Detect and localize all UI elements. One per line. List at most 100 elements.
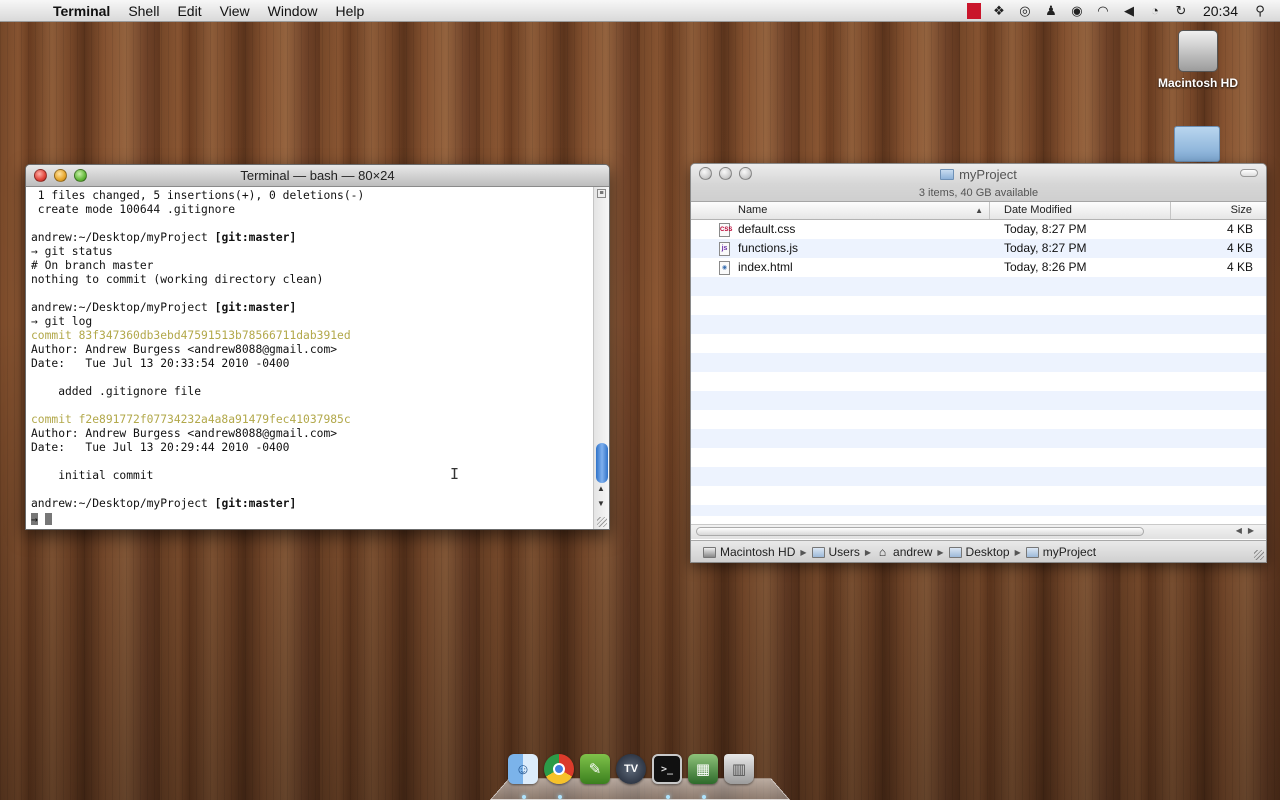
assistant-icon[interactable]: ◉ <box>1069 3 1085 19</box>
scroll-down-icon[interactable]: ▼ <box>597 499 605 508</box>
menu-app-name[interactable]: Terminal <box>44 0 119 22</box>
file-date: Today, 8:26 PM <box>1004 260 1087 274</box>
coda-icon[interactable]: ✎ <box>580 754 610 784</box>
folder-icon <box>1025 546 1039 558</box>
chevron-right-icon: ▶ <box>937 547 944 557</box>
running-indicator <box>702 795 706 799</box>
menu-shell[interactable]: Shell <box>119 0 168 22</box>
column-name-header[interactable]: Name ▲ <box>691 202 990 219</box>
refresh-icon[interactable]: ↻ <box>1173 3 1189 19</box>
column-header: Name ▲ Date Modified Size <box>691 202 1266 220</box>
file-date: Today, 8:27 PM <box>1004 241 1087 255</box>
chevron-right-icon: ▶ <box>800 547 807 557</box>
terminal-line: nothing to commit (working directory cle… <box>31 273 324 286</box>
terminal-line: added .gitignore file <box>31 385 202 398</box>
scrollbar-thumb[interactable] <box>596 443 608 483</box>
file-row[interactable]: CSS default.css Today, 8:27 PM 4 KB <box>691 220 1266 239</box>
chevron-right-icon: ▶ <box>864 547 872 557</box>
desktop-macintosh-hd[interactable]: Macintosh HD <box>1150 30 1246 90</box>
column-size-header[interactable]: Size <box>1171 202 1266 219</box>
terminal-line: → git log <box>31 315 93 328</box>
activity-icon[interactable]: ▦ <box>688 754 718 784</box>
flag-status-icon[interactable] <box>966 2 981 19</box>
path-item-myproject[interactable]: myProject <box>1025 545 1096 559</box>
zoom-button[interactable] <box>739 167 752 180</box>
empty-row <box>691 277 1266 296</box>
dropbox-icon[interactable]: ❖ <box>991 3 1007 19</box>
close-button[interactable] <box>699 167 712 180</box>
column-date-header[interactable]: Date Modified <box>990 202 1171 219</box>
menu-clock[interactable]: 20:34 <box>1199 3 1242 19</box>
chevron-right-icon: ▶ <box>1014 547 1021 557</box>
terminal-output[interactable]: 1 files changed, 5 insertions(+), 0 dele… <box>26 187 593 529</box>
terminal-title: Terminal — bash — 80×24 <box>240 168 395 183</box>
wifi-icon[interactable]: ◠ <box>1095 3 1111 19</box>
home-icon: ⌂ <box>878 544 887 559</box>
finder-window[interactable]: myProject 3 items, 40 GB available Name … <box>690 163 1267 563</box>
finder-icon[interactable]: ☺ <box>508 754 538 784</box>
finder-titlebar[interactable]: myProject <box>691 164 1266 184</box>
menu-view[interactable]: View <box>211 0 259 22</box>
terminal-line: commit 83f347360db3ebd47591513b78566711d… <box>31 329 351 342</box>
close-button[interactable] <box>34 169 47 182</box>
hard-drive-icon <box>703 546 716 558</box>
scroll-up-icon[interactable]: ▲ <box>597 484 605 493</box>
volume-icon[interactable]: ◀ <box>1121 3 1137 19</box>
file-row[interactable]: js functions.js Today, 8:27 PM 4 KB <box>691 239 1266 258</box>
git-branch-label: [git:master] <box>214 231 297 244</box>
horizontal-scrollbar[interactable]: ◀▶ <box>691 524 1266 539</box>
running-indicator <box>522 795 526 799</box>
trash-icon[interactable]: ▥ <box>724 754 754 784</box>
terminal-window[interactable]: Terminal — bash — 80×24 1 files changed,… <box>25 164 610 530</box>
path-item-users[interactable]: Users <box>811 545 860 559</box>
file-size: 4 KB <box>1226 260 1253 274</box>
terminal-titlebar[interactable]: Terminal — bash — 80×24 <box>26 165 609 187</box>
scroll-arrows-icon[interactable]: ◀▶ <box>1236 526 1260 535</box>
menu-window[interactable]: Window <box>259 0 327 22</box>
path-item-macintosh-hd[interactable]: Macintosh HD <box>703 545 795 559</box>
ibeam-cursor-icon: I <box>450 465 460 483</box>
chrome-icon[interactable] <box>544 754 574 784</box>
toolbar-toggle-button[interactable] <box>1240 169 1258 177</box>
resize-handle[interactable] <box>1254 550 1264 560</box>
horizontal-scrollbar-thumb[interactable] <box>696 527 1144 536</box>
resize-handle[interactable] <box>597 517 607 527</box>
terminal-line: # On branch master <box>31 259 154 272</box>
path-item-desktop[interactable]: Desktop <box>948 545 1010 559</box>
minimize-button[interactable] <box>719 167 732 180</box>
file-row[interactable]: ◉ index.html Today, 8:26 PM 4 KB <box>691 258 1266 277</box>
empty-row <box>691 391 1266 410</box>
sync-app-icon[interactable]: ◎ <box>1017 3 1033 19</box>
js-file-icon: js <box>719 241 730 256</box>
empty-row <box>691 372 1266 391</box>
terminal-line: 1 files changed, 5 insertions(+), 0 dele… <box>31 189 365 202</box>
time-machine-icon[interactable]: ◔ <box>1147 3 1163 19</box>
css-file-icon: CSS <box>719 222 732 237</box>
zoom-button[interactable] <box>74 169 87 182</box>
menu-help[interactable]: Help <box>326 0 373 22</box>
terminal-line: andrew:~/Desktop/myProject [git:master] <box>31 301 297 314</box>
file-name: functions.js <box>738 241 799 255</box>
file-size: 4 KB <box>1226 222 1253 236</box>
html-file-icon: ◉ <box>719 260 730 275</box>
menu-edit[interactable]: Edit <box>168 0 210 22</box>
finder-title: myProject <box>959 166 1017 182</box>
minimize-button[interactable] <box>54 169 67 182</box>
running-indicator <box>666 795 670 799</box>
spotlight-search-icon[interactable]: ⚲ <box>1252 3 1268 19</box>
split-pane-icon[interactable]: ≡ <box>597 189 606 198</box>
terminal-icon[interactable]: >_ <box>652 754 682 784</box>
running-indicator <box>558 795 562 799</box>
path-item-andrew[interactable]: ⌂ andrew <box>876 545 932 559</box>
tv-icon[interactable]: TV <box>616 754 646 784</box>
sort-ascending-icon: ▲ <box>975 206 983 215</box>
desktop-folder[interactable] <box>1174 126 1222 164</box>
empty-row <box>691 505 1266 516</box>
terminal-scrollbar[interactable]: ≡ ▲ ▼ <box>593 187 609 529</box>
text-cursor <box>44 513 52 525</box>
broom-icon[interactable]: ♟ <box>1043 3 1059 19</box>
desktop-icon-label: Macintosh HD <box>1157 76 1238 90</box>
